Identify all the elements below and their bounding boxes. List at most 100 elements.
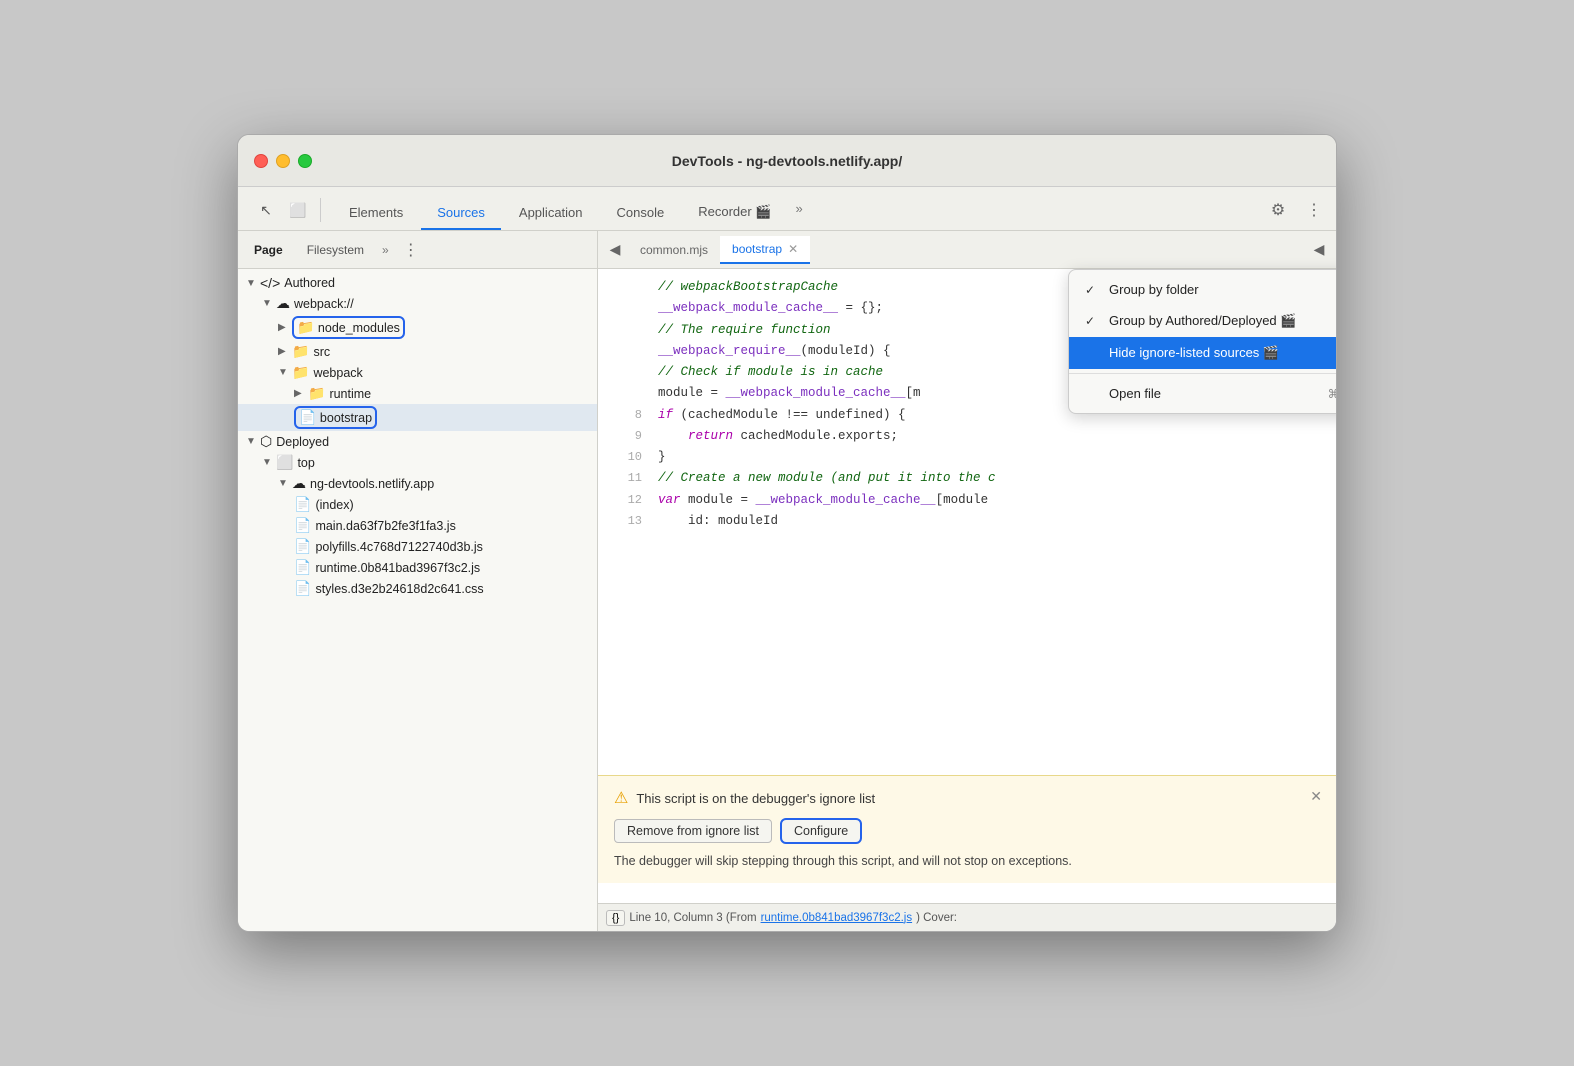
menu-group-folder[interactable]: ✓ Group by folder: [1069, 274, 1337, 305]
inspect-icon[interactable]: ⬜: [284, 196, 312, 224]
deployed-section[interactable]: ▼ ⬡ Deployed: [238, 431, 597, 452]
status-suffix: ) Cover:: [916, 912, 957, 924]
bootstrap-item[interactable]: 📄 bootstrap: [238, 404, 597, 431]
format-button[interactable]: {}: [606, 910, 625, 926]
code-text-11: // Create a new module (and put it into …: [658, 468, 996, 489]
tab-recorder[interactable]: Recorder 🎬: [682, 196, 787, 230]
check-icon-open-file: [1085, 387, 1101, 401]
toolbar-icons: ↖ ⬜: [246, 196, 331, 224]
editor-nav-right[interactable]: ◀: [1306, 237, 1332, 263]
warning-icon: ⚠: [614, 788, 628, 808]
styles-icon: 📄: [294, 580, 311, 597]
polyfills-item[interactable]: 📄 polyfills.4c768d7122740d3b.js: [238, 536, 597, 557]
check-icon-group-folder: ✓: [1085, 283, 1101, 297]
ignore-list-banner: ⚠ This script is on the debugger's ignor…: [598, 775, 1336, 883]
webpack-folder-item[interactable]: ▼ 📁 webpack: [238, 362, 597, 383]
left-panel-more-button[interactable]: ⋮: [399, 238, 423, 262]
configure-button[interactable]: Configure: [780, 818, 862, 844]
top-arrow: ▼: [262, 457, 272, 468]
code-text-2: __webpack_module_cache__ = {};: [658, 298, 883, 319]
editor-nav-left[interactable]: ◀: [602, 237, 628, 263]
devtools-window: DevTools - ng-devtools.netlify.app/ ↖ ⬜ …: [237, 134, 1337, 932]
tab-application[interactable]: Application: [503, 197, 599, 230]
main-content: Page Filesystem » ⋮ ▼ </> Authored ▼ ☁ w…: [238, 231, 1336, 931]
check-icon-hide-ignore: [1085, 346, 1101, 360]
runtime-js-item[interactable]: 📄 runtime.0b841bad3967f3c2.js: [238, 557, 597, 578]
tab-bar: ↖ ⬜ Elements Sources Application Console…: [238, 187, 1336, 231]
status-bar: {} Line 10, Column 3 (From runtime.0b841…: [598, 903, 1336, 931]
index-file-icon: 📄: [294, 496, 311, 513]
webpack-section[interactable]: ▼ ☁ webpack://: [238, 293, 597, 314]
top-icon: ⬜: [276, 454, 293, 471]
index-item[interactable]: 📄 (index): [238, 494, 597, 515]
minimize-button[interactable]: [276, 154, 290, 168]
styles-item[interactable]: 📄 styles.d3e2b24618d2c641.css: [238, 578, 597, 599]
traffic-lights: [254, 154, 312, 168]
runtime-label: runtime: [329, 387, 371, 401]
tab-more-icon[interactable]: »: [789, 193, 808, 224]
tab-elements[interactable]: Elements: [333, 197, 419, 230]
tab-filesystem[interactable]: Filesystem: [295, 237, 376, 263]
line-num-11: 11: [606, 468, 642, 488]
netlify-app-item[interactable]: ▼ ☁ ng-devtools.netlify.app: [238, 473, 597, 494]
cursor-icon[interactable]: ↖: [252, 196, 280, 224]
menu-hide-ignore-label: Hide ignore-listed sources 🎬: [1109, 345, 1279, 361]
main-js-item[interactable]: 📄 main.da63f7b2fe3f1fa3.js: [238, 515, 597, 536]
status-link[interactable]: runtime.0b841bad3967f3c2.js: [761, 912, 913, 924]
webpack-folder-label: webpack: [313, 366, 362, 380]
maximize-button[interactable]: [298, 154, 312, 168]
runtime-folder-icon: 📁: [308, 385, 325, 402]
tab-gear-area: ⚙ ⋮: [1264, 196, 1328, 230]
main-js-icon: 📄: [294, 517, 311, 534]
menu-open-file[interactable]: Open file ⌘ P: [1069, 378, 1337, 409]
runtime-js-icon: 📄: [294, 559, 311, 576]
menu-open-file-label: Open file: [1109, 386, 1161, 401]
close-button[interactable]: [254, 154, 268, 168]
code-text-9: return cachedModule.exports;: [658, 426, 898, 447]
code-text-10: }: [658, 447, 666, 468]
file-tree: ▼ </> Authored ▼ ☁ webpack:// ▶ 📁 node_m…: [238, 269, 597, 931]
node-modules-label: node_modules: [318, 321, 400, 335]
remove-from-ignore-button[interactable]: Remove from ignore list: [614, 819, 772, 843]
tab-page[interactable]: Page: [242, 237, 295, 263]
top-item[interactable]: ▼ ⬜ top: [238, 452, 597, 473]
deployed-label: Deployed: [276, 435, 329, 449]
open-file-shortcut: ⌘ P: [1328, 387, 1337, 401]
node-modules-item[interactable]: ▶ 📁 node_modules: [238, 314, 597, 341]
menu-hide-ignore[interactable]: Hide ignore-listed sources 🎬: [1069, 337, 1337, 369]
netlify-icon: ☁: [292, 475, 306, 492]
deployed-arrow: ▼: [246, 436, 256, 447]
line-num-12: 12: [606, 490, 642, 510]
code-text-6: // Check if module is in cache: [658, 362, 883, 383]
webpack-label: webpack://: [294, 297, 354, 311]
code-text-7: module = __webpack_module_cache__[m: [658, 383, 921, 404]
tab-console[interactable]: Console: [601, 197, 681, 230]
authored-icon: </>: [260, 275, 280, 291]
ignore-banner-title-row: ⚠ This script is on the debugger's ignor…: [614, 788, 1320, 808]
tab-sources[interactable]: Sources: [421, 197, 501, 230]
bootstrap-file-icon: 📄: [299, 409, 316, 425]
common-tab-label: common.mjs: [640, 243, 708, 257]
top-label: top: [297, 456, 314, 470]
menu-group-authored-label: Group by Authored/Deployed 🎬: [1109, 313, 1296, 329]
bootstrap-tab-close[interactable]: ✕: [788, 242, 798, 256]
editor-tab-bootstrap[interactable]: bootstrap ✕: [720, 236, 810, 264]
node-modules-folder-icon: 📁: [297, 319, 314, 335]
left-tab-more-icon[interactable]: »: [376, 239, 395, 261]
menu-group-authored[interactable]: ✓ Group by Authored/Deployed 🎬: [1069, 305, 1337, 337]
code-text-13: id: moduleId: [658, 511, 778, 532]
ignore-banner-buttons: Remove from ignore list Configure: [614, 818, 1320, 844]
more-options-icon[interactable]: ⋮: [1300, 196, 1328, 224]
src-item[interactable]: ▶ 📁 src: [238, 341, 597, 362]
right-panel: ◀ common.mjs bootstrap ✕ ◀ // webpackBoo…: [598, 231, 1336, 931]
code-line-13: 13 id: moduleId: [598, 511, 1336, 532]
runtime-item[interactable]: ▶ 📁 runtime: [238, 383, 597, 404]
ignore-close-icon[interactable]: ✕: [1310, 788, 1322, 805]
deployed-icon: ⬡: [260, 433, 272, 450]
editor-tab-common[interactable]: common.mjs: [628, 237, 720, 263]
authored-section[interactable]: ▼ </> Authored: [238, 273, 597, 293]
left-panel-header: Page Filesystem » ⋮: [238, 231, 597, 269]
bootstrap-box: 📄 bootstrap: [294, 406, 377, 429]
code-line-9: 9 return cachedModule.exports;: [598, 426, 1336, 447]
settings-icon[interactable]: ⚙: [1264, 196, 1292, 224]
